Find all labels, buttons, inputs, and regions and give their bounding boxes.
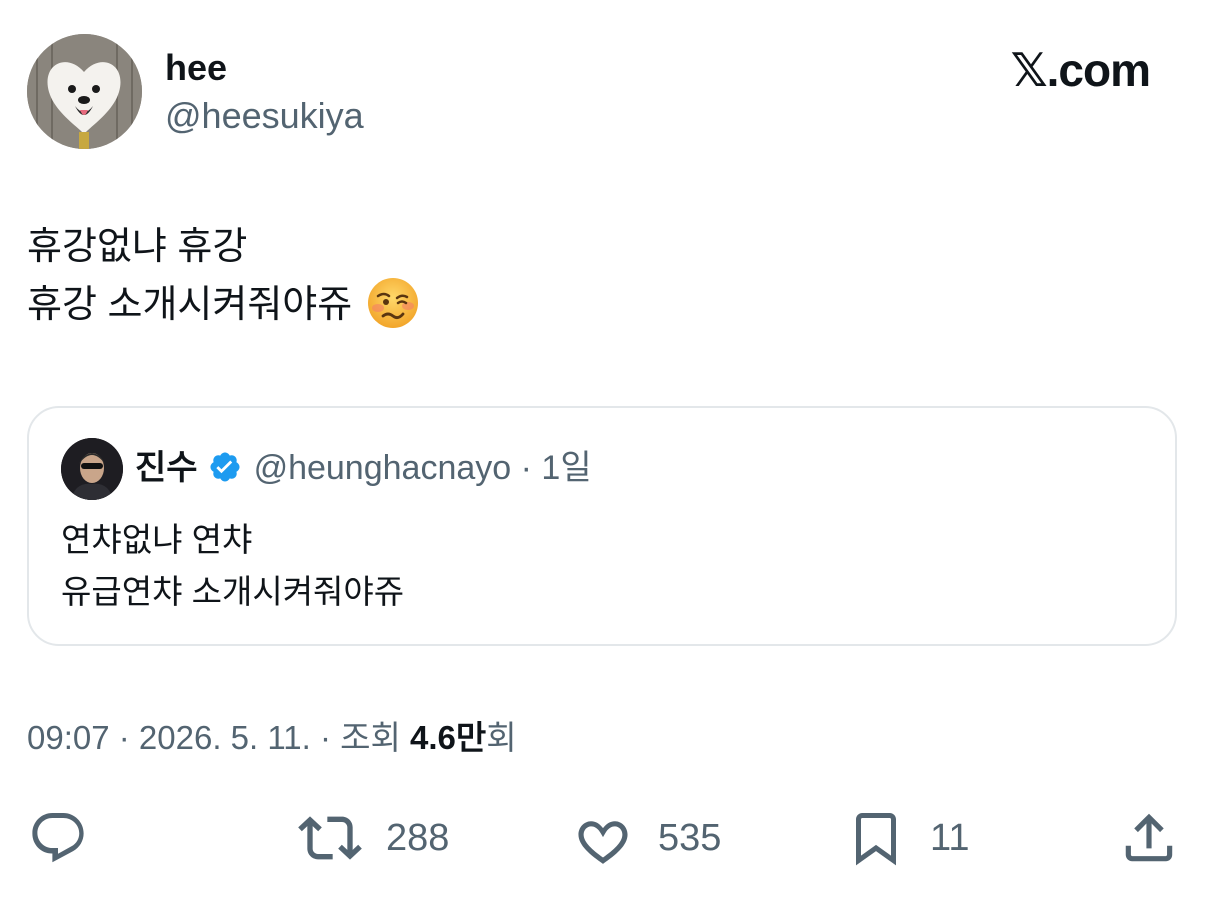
quote-timestamp[interactable]: 1일 [541,449,591,487]
meta-separator-1: · [109,719,139,756]
dog-avatar-icon [27,34,142,149]
person-avatar-icon [61,438,123,500]
quote-author-name[interactable]: 진수 [135,449,198,487]
tweet-line-2-text: 휴강 소개시켜줘야쥬 [27,284,353,326]
tweet-date[interactable]: 2026. 5. 11. [139,719,311,756]
heart-icon [578,821,628,864]
quote-line-1: 연챠없냐 연챠 [61,521,253,558]
author-display-name[interactable]: hee [165,46,227,90]
tweet-line-1: 휴강없냐 휴강 [27,226,248,268]
bookmark-count: 11 [930,816,970,859]
views-suffix: 회 [486,719,517,756]
quote-author-avatar[interactable] [61,438,123,500]
quote-header: 진수 @heunghacnayo · 1일 [135,446,592,490]
quote-separator: · [520,449,532,487]
views-count: 4.6만 [410,719,487,756]
action-bar: 288 535 11 [0,806,1206,870]
retweet-count: 288 [386,816,450,859]
brand-domain: .com [1046,44,1151,96]
author-avatar[interactable] [27,34,142,149]
retweet-button[interactable]: 288 [298,806,449,870]
tweet-time[interactable]: 09:07 [27,719,110,756]
meta-separator-2: · [310,719,341,756]
share-icon [1125,813,1173,862]
quote-text: 연챠없냐 연챠 유급연챠 소개시켜줘야쥬 [61,514,404,618]
like-count: 535 [658,816,722,859]
share-button[interactable] [1118,806,1204,870]
woozy-face-icon [368,277,419,328]
tweet-text: 휴강없냐 휴강 휴강 소개시켜줘야쥬 [27,218,420,334]
verified-badge-icon [210,452,240,482]
author-handle[interactable]: @heesukiya [165,94,364,138]
like-button[interactable]: 535 [572,806,721,870]
retweet-icon [298,816,362,860]
quote-line-2: 유급연챠 소개시켜줘야쥬 [61,573,405,610]
tweet-line-2: 휴강 소개시켜줘야쥬 [27,276,420,334]
bookmark-icon [856,813,896,866]
reply-icon [32,813,84,863]
bookmark-button[interactable]: 11 [846,806,969,870]
tweet-meta: 09:07 · 2026. 5. 11. · 조회 4.6만회 [27,716,517,760]
views-label: 조회 [340,719,411,756]
x-com-logo: 𝕏.com [1010,43,1151,97]
x-logo-icon: 𝕏 [1010,43,1048,97]
quote-author-handle[interactable]: @heunghacnayo [254,449,512,487]
quoted-tweet-card[interactable]: 진수 @heunghacnayo · 1일 연챠없냐 연챠 유급연챠 소개시켜줘… [27,406,1177,646]
reply-button[interactable] [28,806,112,870]
